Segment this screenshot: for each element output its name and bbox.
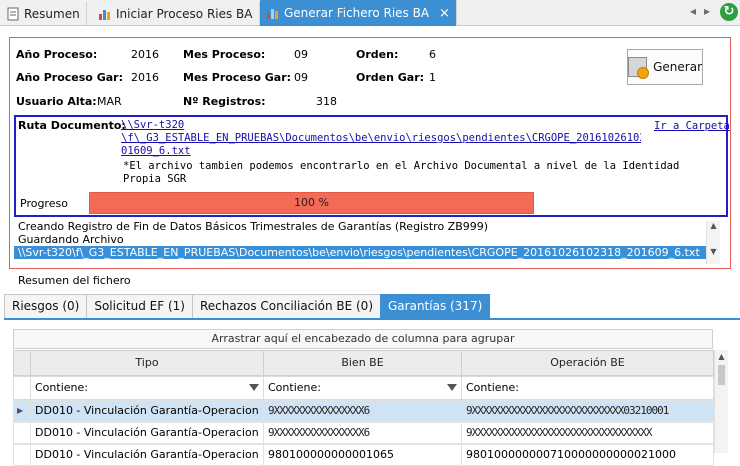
- ruta-note-line2: Propia SGR: [123, 173, 187, 185]
- cell-bien[interactable]: 9XXXXXXXXXXXXXXXX6: [263, 422, 462, 444]
- tab-garantias[interactable]: Garantías (317): [380, 294, 491, 318]
- anio-gar-label: Año Proceso Gar:: [16, 71, 123, 84]
- log-line-selected[interactable]: \\Svr-t320\f\_G3_ESTABLE_EN_PRUEBAS\Docu…: [14, 246, 706, 259]
- cell-tipo[interactable]: DD010 - Vinculación Garantía-Operacion: [30, 422, 264, 444]
- progress-text: 100 %: [294, 196, 329, 209]
- cell-operacion[interactable]: 9XXXXXXXXXXXXXXXXXXXXXXXXXXXXXXXX: [461, 422, 714, 444]
- tab-riesgos[interactable]: Riesgos (0): [4, 294, 88, 318]
- tab-rechazos[interactable]: Rechazos Conciliación BE (0): [191, 294, 381, 318]
- tab-resumen[interactable]: Resumen: [0, 2, 87, 25]
- row-indicator: [13, 422, 31, 444]
- filter-cell-operacion[interactable]: Contiene:: [461, 376, 714, 400]
- ruta-note-line1: *El archivo tambien podemos encontrarlo …: [123, 160, 683, 172]
- log-line: Creando Registro de Fin de Datos Básicos…: [18, 220, 489, 233]
- column-header-tipo[interactable]: Tipo: [30, 350, 264, 376]
- chevron-down-icon[interactable]: ▼: [707, 247, 720, 256]
- orden-value: 6: [429, 48, 436, 61]
- ir-carpeta-link[interactable]: Ir a Carpeta: [654, 120, 730, 132]
- cell-bien[interactable]: 9XXXXXXXXXXXXXXXX6: [263, 400, 462, 422]
- tab-generar-fichero[interactable]: Generar Fichero Ries BA ×: [260, 0, 457, 26]
- orden-gar-value: 1: [429, 71, 436, 84]
- progress-bar: 100 %: [89, 192, 534, 214]
- usuario-value: MAR: [97, 95, 122, 108]
- document-icon: [7, 7, 19, 20]
- group-panel[interactable]: Arrastrar aquí el encabezado de columna …: [13, 329, 713, 349]
- mes-gar-label: Mes Proceso Gar:: [183, 71, 292, 84]
- ruta-link-line3[interactable]: 01609_6.txt: [121, 145, 191, 157]
- row-indicator-filter: [13, 376, 31, 400]
- filter-cell-bien[interactable]: Contiene:: [263, 376, 462, 400]
- generar-button[interactable]: Generar: [627, 49, 703, 85]
- generar-label: Generar: [653, 60, 702, 74]
- arrow-left-icon[interactable]: ◂: [690, 4, 696, 18]
- mes-gar-value: 09: [294, 71, 308, 84]
- filter-icon[interactable]: [249, 384, 259, 391]
- cell-tipo[interactable]: DD010 - Vinculación Garantía-Operacion: [30, 400, 264, 422]
- tab-label: Iniciar Proceso Ries BA: [116, 6, 253, 21]
- column-header-operacion[interactable]: Operación BE: [461, 350, 714, 376]
- filter-cell-tipo[interactable]: Contiene:: [30, 376, 264, 400]
- generate-gear-icon: [628, 57, 650, 79]
- progress-label: Progreso: [20, 197, 68, 210]
- filter-label: Contiene:: [466, 381, 519, 394]
- cell-operacion[interactable]: 980100000000710000000000021000: [461, 444, 714, 466]
- arrow-right-icon[interactable]: ▸: [704, 4, 710, 18]
- scrollbar-thumb[interactable]: [718, 365, 725, 385]
- chevron-up-icon[interactable]: ▲: [715, 352, 728, 361]
- row-pointer-icon: ▶: [13, 400, 31, 422]
- cell-tipo[interactable]: DD010 - Vinculación Garantía-Operacion: [30, 444, 264, 466]
- bar-chart-icon: [99, 9, 110, 20]
- column-header-bien[interactable]: Bien BE: [263, 350, 462, 376]
- grid-scrollbar[interactable]: ▲: [714, 350, 728, 453]
- anio-proceso-label: Año Proceso:: [16, 48, 98, 61]
- refresh-icon[interactable]: ↻: [720, 3, 738, 21]
- log-scrollbar[interactable]: ▲ ▼: [706, 221, 720, 264]
- log-line: Guardando Archivo: [18, 233, 124, 246]
- filter-icon[interactable]: [447, 384, 457, 391]
- orden-label: Orden:: [356, 48, 399, 61]
- anio-gar-value: 2016: [131, 71, 159, 84]
- cell-bien[interactable]: 980100000000001065: [263, 444, 462, 466]
- filter-label: Contiene:: [35, 381, 88, 394]
- summary-tabs: Riesgos (0) Solicitud EF (1) Rechazos Co…: [4, 294, 491, 318]
- registros-label: Nº Registros:: [183, 95, 266, 108]
- row-indicator-header: [13, 350, 31, 376]
- chevron-up-icon[interactable]: ▲: [707, 221, 720, 230]
- filter-label: Contiene:: [268, 381, 321, 394]
- usuario-label: Usuario Alta:: [16, 95, 97, 108]
- registros-value: 318: [316, 95, 337, 108]
- ruta-label: Ruta Documento:: [18, 119, 126, 132]
- tab-iniciar-proceso[interactable]: Iniciar Proceso Ries BA: [92, 2, 260, 25]
- mes-proceso-label: Mes Proceso:: [183, 48, 266, 61]
- bar-chart-icon: [267, 9, 278, 19]
- tab-label: Generar Fichero Ries BA: [284, 6, 430, 20]
- anio-proceso-value: 2016: [131, 48, 159, 61]
- tab-label: Resumen: [24, 6, 80, 21]
- cell-operacion[interactable]: 9XXXXXXXXXXXXXXXXXXXXXXXXXXX03210001: [461, 400, 714, 422]
- tab-solicitud-ef[interactable]: Solicitud EF (1): [86, 294, 193, 318]
- ruta-link-line1[interactable]: \\Svr-t320: [121, 119, 184, 131]
- ruta-link-line2[interactable]: \f\_G3_ESTABLE_EN_PRUEBAS\Documentos\be\…: [121, 132, 641, 144]
- row-indicator: [13, 444, 31, 466]
- close-icon[interactable]: ×: [439, 7, 450, 20]
- mes-proceso-value: 09: [294, 48, 308, 61]
- log-list[interactable]: Creando Registro de Fin de Datos Básicos…: [14, 220, 720, 264]
- resumen-label: Resumen del fichero: [18, 274, 131, 287]
- orden-gar-label: Orden Gar:: [356, 71, 425, 84]
